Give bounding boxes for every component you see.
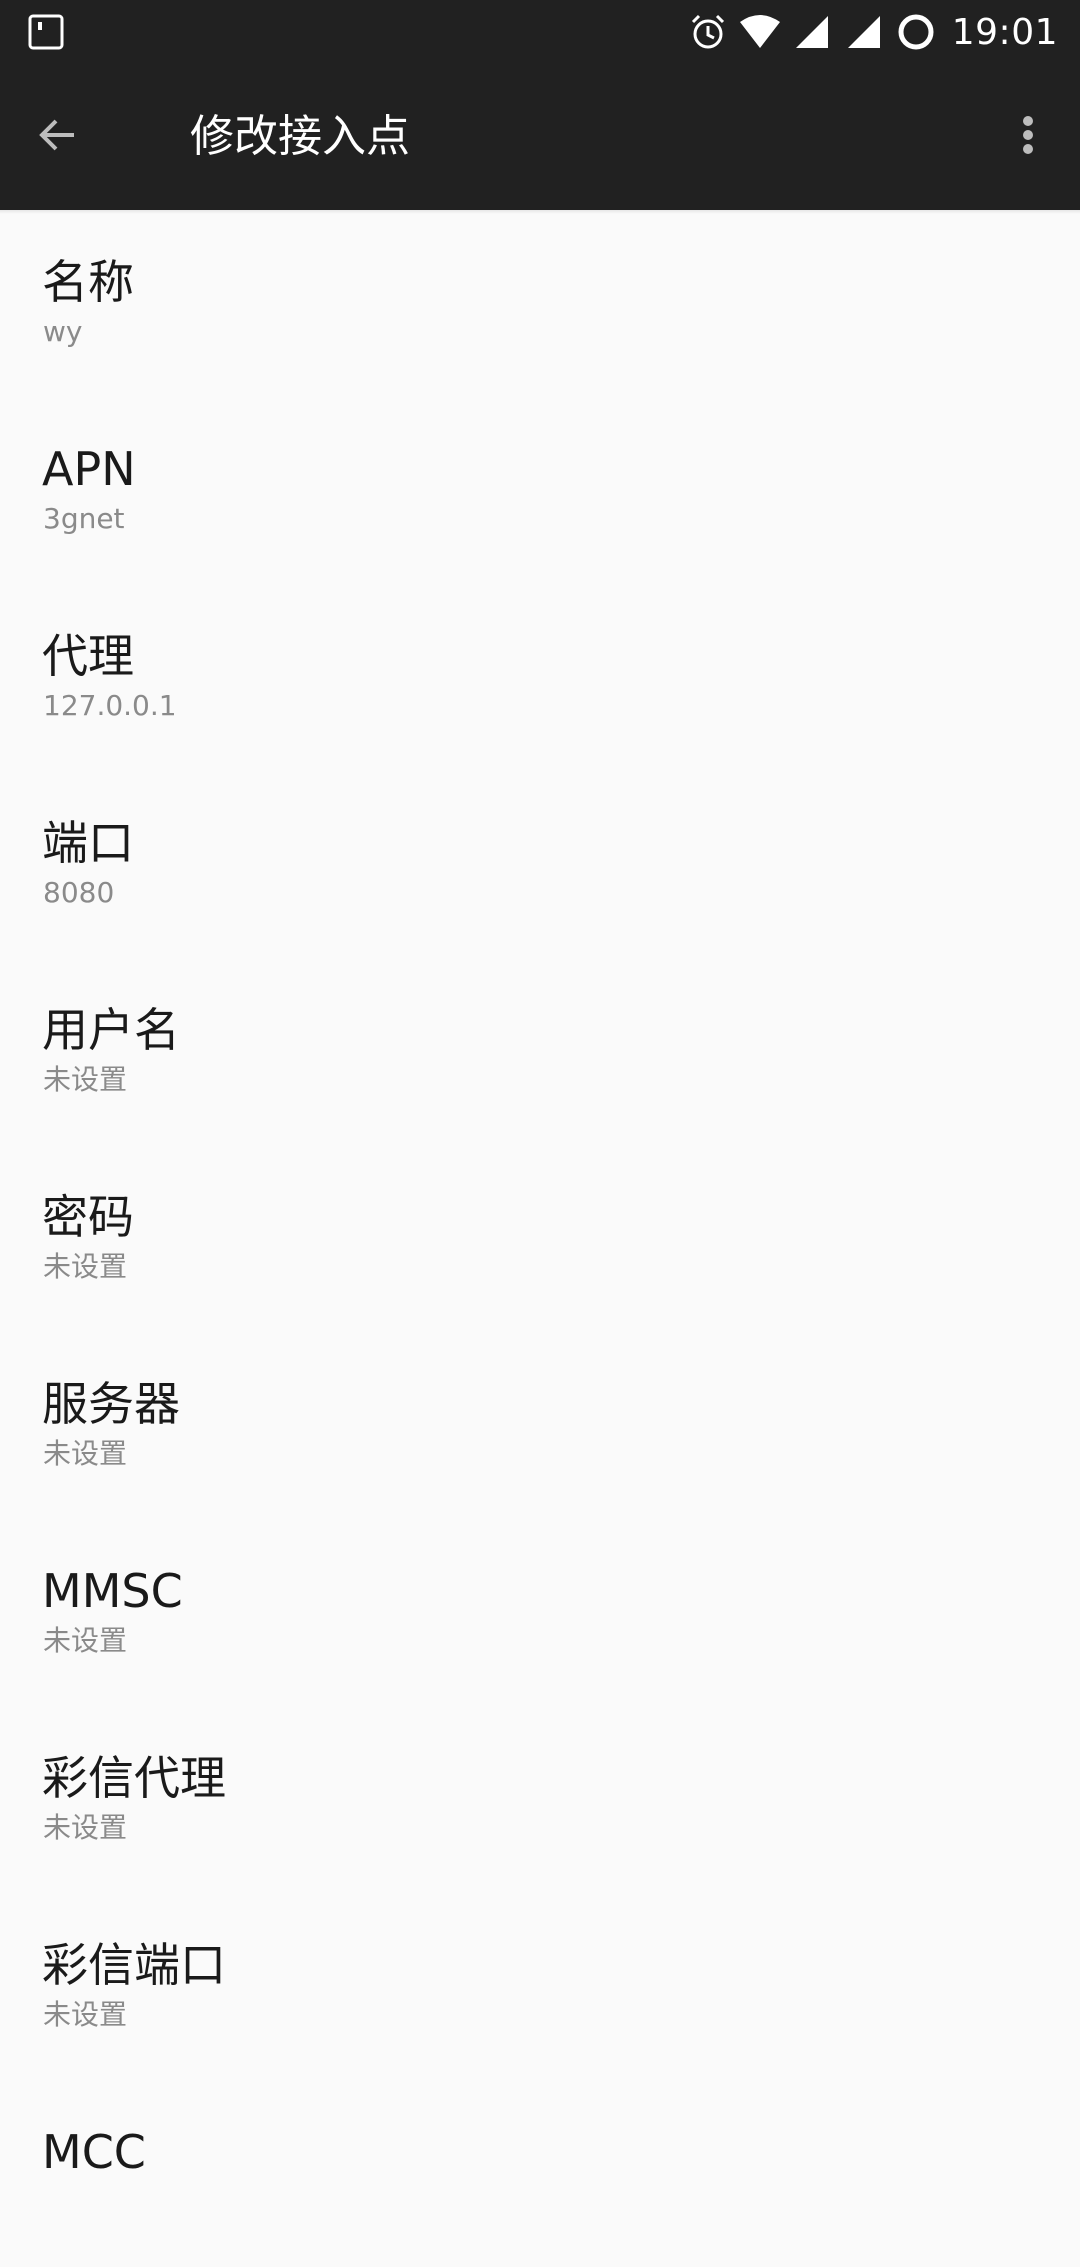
list-item-label: MCC [42,2125,146,2179]
list-item-value: wy [43,315,83,348]
list-item-label: 名称 [42,255,134,309]
list-item-value: 未设置 [43,1063,128,1096]
list-item-value: 未设置 [43,1624,128,1657]
list-item-label: MMSC [42,1564,183,1618]
list-item-label: 代理 [42,629,134,683]
alarm-icon [686,10,730,54]
list-item-label: 用户名 [42,1003,180,1057]
list-item-label: 端口 [42,816,134,870]
more-vert-icon [1018,111,1038,163]
page-title: 修改接入点 [190,111,410,162]
list-item-port[interactable]: 端口 8080 [0,771,1080,958]
list-item-value: 未设置 [43,1998,128,2031]
app-bar: 修改接入点 [0,64,1080,210]
list-item-mcc[interactable]: MCC [0,2080,1080,2267]
list-item-value: 未设置 [43,1250,128,1283]
more-options-button[interactable] [1000,109,1056,165]
list-item-apn[interactable]: APN 3gnet [0,397,1080,584]
list-item-value: 未设置 [43,1811,128,1844]
list-item-mmsc[interactable]: MMSC 未设置 [0,1519,1080,1706]
list-item-value: 127.0.0.1 [43,689,177,722]
list-item-label: 服务器 [42,1377,180,1431]
battery-ring-icon [894,10,938,54]
list-item-label: APN [42,442,136,496]
list-item-password[interactable]: 密码 未设置 [0,1145,1080,1332]
status-bar: 19:01 [0,0,1080,64]
list-item-proxy[interactable]: 代理 127.0.0.1 [0,584,1080,771]
notification-square-icon [26,12,66,52]
signal-icon [842,10,886,54]
list-item-label: 彩信代理 [42,1751,226,1805]
list-item-mms-port[interactable]: 彩信端口 未设置 [0,1893,1080,2080]
signal-icon [790,10,834,54]
status-time: 19:01 [951,11,1058,53]
list-item-server[interactable]: 服务器 未设置 [0,1332,1080,1519]
apn-settings-list: 名称 wy APN 3gnet 代理 127.0.0.1 端口 8080 用户名… [0,210,1080,2267]
list-item-label: 彩信端口 [42,1938,226,1992]
list-item-value: 未设置 [43,1437,128,1470]
list-item-username[interactable]: 用户名 未设置 [0,958,1080,1145]
list-item-value: 3gnet [43,502,125,535]
arrow-back-icon [34,111,82,163]
back-button[interactable] [30,109,86,165]
list-item-name[interactable]: 名称 wy [0,210,1080,397]
list-item-label: 密码 [42,1190,134,1244]
wifi-icon [738,10,782,54]
list-item-value: 8080 [43,876,115,909]
list-item-mms-proxy[interactable]: 彩信代理 未设置 [0,1706,1080,1893]
